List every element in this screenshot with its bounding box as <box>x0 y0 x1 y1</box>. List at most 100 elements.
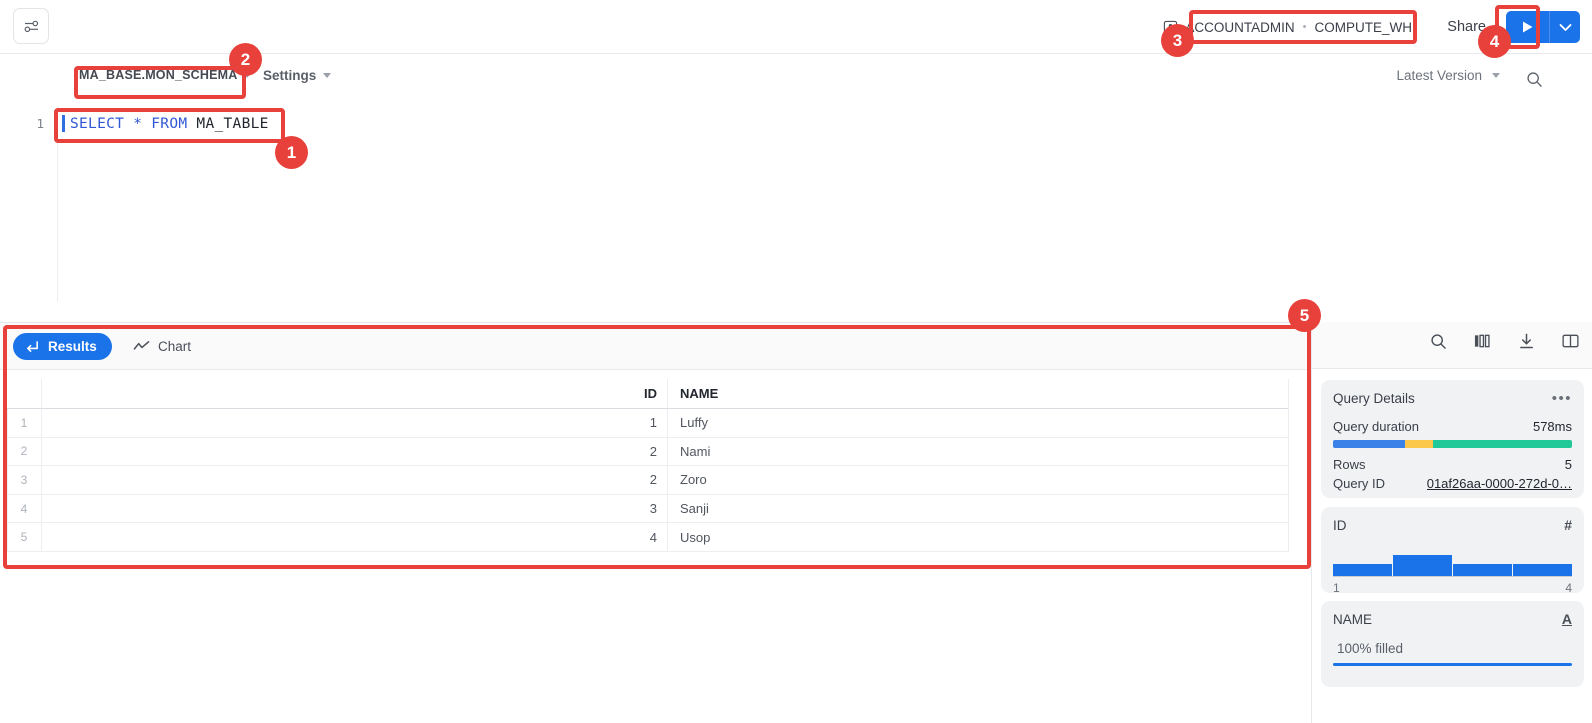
header-id[interactable]: ID <box>42 379 668 409</box>
warehouse-label: COMPUTE_WH <box>1314 19 1413 35</box>
return-arrow-icon <box>27 340 38 352</box>
query-duration-row: Query duration 578ms <box>1333 419 1572 434</box>
worksheet-page: ACCOUNTADMIN • COMPUTE_WH Share MA_BASE.… <box>0 0 1592 723</box>
cell-id: 2 <box>42 466 668 495</box>
table-row[interactable]: 1 1 Luffy <box>7 409 1288 438</box>
histogram-bar <box>1393 555 1452 577</box>
cell-id: 1 <box>42 409 668 438</box>
header-rownum <box>7 379 42 409</box>
cell-id: 3 <box>42 494 668 524</box>
split-panel-icon[interactable] <box>1559 330 1581 352</box>
table-row[interactable]: 3 2 Zoro <box>7 466 1288 495</box>
cell-id: 2 <box>42 437 668 467</box>
grid-right-border <box>1288 379 1289 552</box>
text-type-icon: A <box>1561 611 1572 627</box>
editor-toolbar: MA_BASE.MON_SCHEMA Settings Latest Versi… <box>0 54 1592 106</box>
duration-segment-compile <box>1333 440 1405 448</box>
query-id-label: Query ID <box>1333 476 1386 491</box>
line-chart-icon <box>133 341 150 350</box>
rows-row: Rows 5 <box>1333 457 1572 472</box>
table-row[interactable]: 5 4 Usop <box>7 523 1288 552</box>
name-fill-label: 100% filled <box>1337 641 1404 656</box>
id-max-label: 4 <box>1565 581 1572 595</box>
run-options-button[interactable] <box>1550 11 1580 43</box>
row-number: 4 <box>7 494 42 524</box>
run-button-group <box>1506 11 1580 43</box>
sql-keywords: SELECT * FROM <box>70 115 197 132</box>
top-bar: ACCOUNTADMIN • COMPUTE_WH Share <box>0 0 1592 54</box>
id-card-header: ID # <box>1333 517 1572 533</box>
results-tools-bar <box>1312 322 1592 369</box>
row-number: 3 <box>7 466 42 495</box>
query-details-card: Query Details ••• Query duration 578ms R… <box>1321 380 1584 498</box>
editor-settings-selector[interactable]: Settings <box>263 68 332 83</box>
share-label: Share <box>1447 19 1486 35</box>
query-details-title: Query Details <box>1333 391 1415 406</box>
more-options-icon[interactable]: ••• <box>1552 390 1572 407</box>
tab-chart-label: Chart <box>158 339 192 354</box>
chevron-down-icon <box>323 73 332 78</box>
table-header-row: ID NAME <box>7 379 1288 409</box>
run-query-button[interactable] <box>1506 11 1550 43</box>
histogram-axis <box>1333 576 1572 577</box>
duration-segment-queue <box>1404 440 1434 448</box>
column-stats-name-card: NAME A 100% filled <box>1321 601 1584 687</box>
cell-name: Nami <box>668 438 1288 467</box>
results-table: ID NAME 1 1 Luffy 2 2 Nami 3 2 Zoro 4 3 <box>7 379 1288 552</box>
name-column-title: NAME <box>1333 611 1373 627</box>
database-schema-selector[interactable]: MA_BASE.MON_SCHEMA <box>79 68 252 82</box>
query-duration-bar <box>1333 440 1572 448</box>
row-number: 1 <box>7 409 42 438</box>
text-cursor <box>62 115 65 132</box>
cell-name: Sanji <box>668 495 1288 524</box>
results-tools <box>1427 330 1581 352</box>
role-warehouse-separator: • <box>1302 21 1307 33</box>
chevron-down-icon <box>1492 73 1500 78</box>
rows-value: 5 <box>1564 457 1572 472</box>
results-tab-bar: Results Chart <box>0 323 1311 370</box>
version-selector[interactable]: Latest Version <box>1396 68 1500 83</box>
name-fill-bar <box>1333 663 1572 666</box>
line-number: 1 <box>36 116 44 131</box>
id-column-title: ID <box>1333 517 1347 533</box>
sql-editor-line[interactable]: SELECT * FROM MA_TABLE <box>62 115 269 132</box>
id-min-label: 1 <box>1333 581 1340 595</box>
sliders-icon <box>24 20 38 32</box>
settings-label: Settings <box>263 68 317 83</box>
share-button[interactable]: Share <box>1437 11 1496 43</box>
row-number: 2 <box>7 437 42 467</box>
role-warehouse-chip[interactable]: ACCOUNTADMIN • COMPUTE_WH <box>1153 12 1422 42</box>
table-row[interactable]: 4 3 Sanji <box>7 494 1288 524</box>
id-histogram-labels: 1 4 <box>1333 581 1572 595</box>
cell-name: Zoro <box>668 466 1288 495</box>
tab-results-label: Results <box>48 339 97 354</box>
header-name[interactable]: NAME <box>668 379 1288 409</box>
id-histogram <box>1333 543 1572 577</box>
user-badge-icon <box>1164 20 1178 34</box>
columns-icon[interactable] <box>1471 330 1493 352</box>
version-label: Latest Version <box>1396 68 1482 83</box>
download-icon[interactable] <box>1515 330 1537 352</box>
query-duration-label: Query duration <box>1333 419 1419 434</box>
database-schema-label: MA_BASE.MON_SCHEMA <box>79 68 238 82</box>
rows-label: Rows <box>1333 457 1366 472</box>
cell-id: 4 <box>42 523 668 552</box>
sql-editor[interactable]: 1 SELECT * FROM MA_TABLE <box>0 106 1592 302</box>
search-icon[interactable] <box>1427 330 1449 352</box>
sliders-settings-button[interactable] <box>13 8 49 44</box>
query-duration-value: 578ms <box>1532 419 1572 434</box>
column-stats-id-card: ID # 1 4 <box>1321 507 1584 595</box>
gutter-divider <box>57 106 58 302</box>
query-id-row: Query ID 01af26aa-0000-272d-0… <box>1333 476 1572 491</box>
table-row[interactable]: 2 2 Nami <box>7 437 1288 467</box>
tab-chart[interactable]: Chart <box>123 333 201 360</box>
query-id-value[interactable]: 01af26aa-0000-272d-0… <box>1427 476 1572 491</box>
number-type-icon: # <box>1564 517 1572 533</box>
query-details-header: Query Details ••• <box>1333 390 1572 407</box>
sql-table-name: MA_TABLE <box>196 115 269 132</box>
chevron-down-icon <box>1559 23 1571 31</box>
name-card-header: NAME A <box>1333 611 1572 627</box>
editor-search-button[interactable] <box>1522 67 1546 91</box>
tab-results[interactable]: Results <box>13 333 112 360</box>
row-number: 5 <box>7 523 42 552</box>
